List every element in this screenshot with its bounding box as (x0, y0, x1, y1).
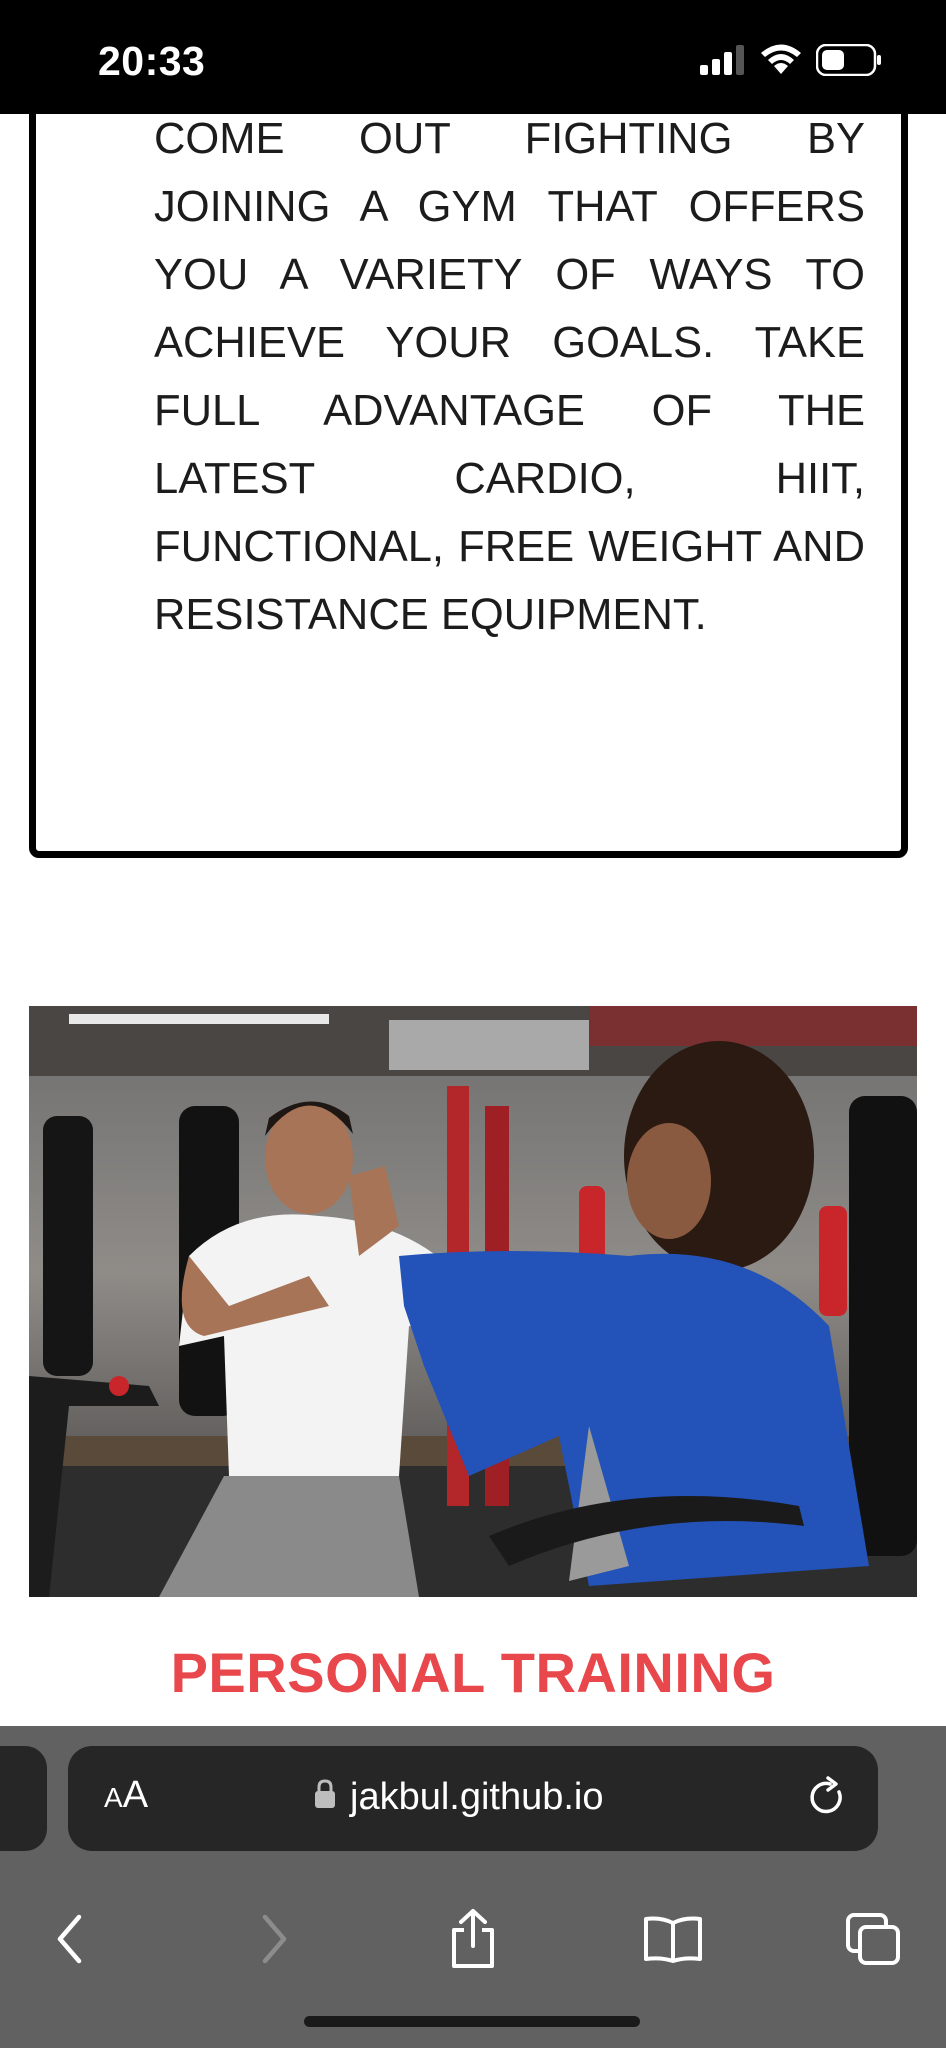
text-size-button[interactable]: AA (104, 1774, 148, 1817)
back-icon[interactable] (30, 1884, 110, 1994)
signal-icon (700, 45, 746, 80)
intro-paragraph: Come out fighting by joining a gym that … (154, 115, 865, 639)
page-content: Come out fighting by joining a gym that … (0, 0, 946, 1726)
wifi-icon (760, 44, 802, 81)
browser-toolbar (0, 1884, 946, 1994)
intro-card: Come out fighting by joining a gym that … (29, 0, 908, 858)
lock-icon (314, 1776, 336, 1819)
forward-icon[interactable] (234, 1884, 314, 1994)
section-title-personal-training: PERSONAL TRAINING (170, 1641, 776, 1704)
url-text: jakbul.github.io (350, 1776, 604, 1818)
address-bar[interactable]: AA jakbul.github.io (68, 1746, 878, 1851)
battery-icon (815, 43, 882, 81)
reload-icon[interactable] (806, 1776, 848, 1823)
text-size-large-a: A (122, 1774, 149, 1816)
status-bar: 20:33 (0, 0, 946, 114)
previous-tab-peek[interactable] (0, 1746, 47, 1851)
browser-chrome: AA jakbul.github.io (0, 1726, 946, 2048)
gym-photo (29, 1006, 917, 1597)
home-indicator[interactable] (304, 2016, 640, 2027)
share-icon[interactable] (433, 1884, 513, 1994)
tabs-icon[interactable] (833, 1884, 913, 1994)
status-time: 20:33 (98, 38, 206, 84)
url-display[interactable]: jakbul.github.io (314, 1776, 604, 1819)
bookmarks-icon[interactable] (633, 1884, 713, 1994)
text-size-small-a: A (104, 1782, 123, 1813)
